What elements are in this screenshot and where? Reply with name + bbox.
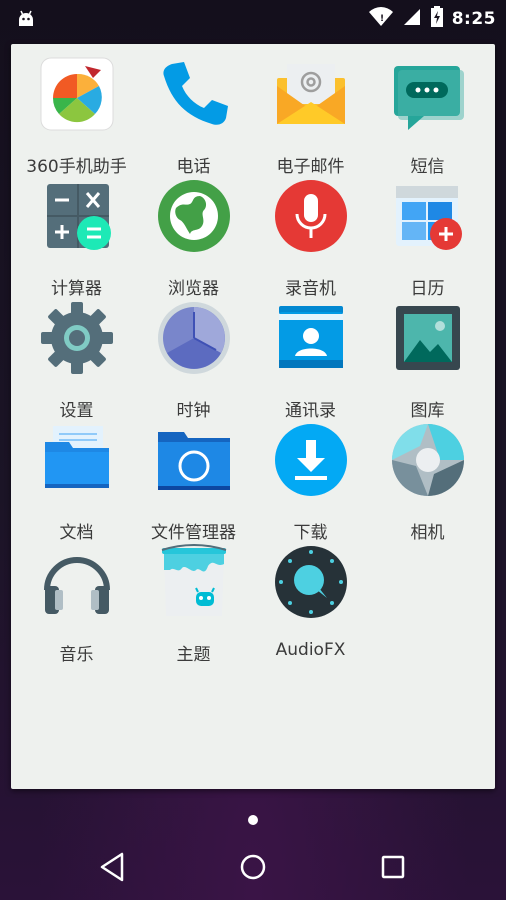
app-download[interactable]: 下载 xyxy=(252,422,369,543)
download-icon xyxy=(273,422,349,498)
app-label: 图库 xyxy=(410,401,445,421)
themes-icon xyxy=(156,544,232,620)
app-phone[interactable]: 电话 xyxy=(135,56,252,177)
app-360-assistant[interactable]: 360手机助手 xyxy=(18,56,135,177)
clock-time: 8:25 xyxy=(451,9,496,29)
app-label: 音乐 xyxy=(59,645,94,665)
app-camera[interactable]: 相机 xyxy=(369,422,486,543)
app-label: 计算器 xyxy=(51,279,102,299)
browser-icon xyxy=(156,178,232,254)
app-documents[interactable]: 文档 xyxy=(18,422,135,543)
cell-signal-icon xyxy=(402,7,422,31)
app-label: 下载 xyxy=(293,523,328,543)
email-icon xyxy=(273,56,349,132)
app-browser[interactable]: 浏览器 xyxy=(135,178,252,299)
app-label: 时钟 xyxy=(176,401,211,421)
app-drawer: 360手机助手 电话 电子邮件 短信 计算器 浏览器 录音机 日历 设置 时钟 … xyxy=(11,44,495,789)
recents-icon xyxy=(381,855,405,879)
app-calculator[interactable]: 计算器 xyxy=(18,178,135,299)
android-icon xyxy=(15,8,37,30)
file-manager-icon xyxy=(156,422,232,498)
app-label: 浏览器 xyxy=(168,279,219,299)
app-music[interactable]: 音乐 xyxy=(18,544,135,665)
recorder-icon xyxy=(273,178,349,254)
app-audiofx[interactable]: AudioFX xyxy=(252,544,369,664)
documents-icon xyxy=(39,422,115,498)
camera-icon xyxy=(390,422,466,498)
sms-icon xyxy=(390,56,466,132)
calendar-icon xyxy=(390,178,466,254)
app-calendar[interactable]: 日历 xyxy=(369,178,486,299)
app-label: 通讯录 xyxy=(285,401,336,421)
home-icon xyxy=(240,854,266,880)
app-label: 文档 xyxy=(59,523,94,543)
settings-icon xyxy=(39,300,115,376)
clock-icon xyxy=(156,300,232,376)
app-label: 设置 xyxy=(59,401,94,421)
audiofx-icon xyxy=(273,544,349,620)
navigation-bar xyxy=(0,832,506,900)
app-file-manager[interactable]: 文件管理器 xyxy=(135,422,252,543)
app-gallery[interactable]: 图库 xyxy=(369,300,486,421)
app-label: 电话 xyxy=(176,157,211,177)
app-label: 主题 xyxy=(176,645,211,665)
app-email[interactable]: 电子邮件 xyxy=(252,56,369,177)
app-clock[interactable]: 时钟 xyxy=(135,300,252,421)
back-icon xyxy=(100,852,124,882)
app-label: 相机 xyxy=(410,523,445,543)
wifi-icon: ! xyxy=(368,7,394,31)
back-button[interactable] xyxy=(96,850,130,884)
app-settings[interactable]: 设置 xyxy=(18,300,135,421)
phone-icon xyxy=(156,56,232,132)
app-label: 日历 xyxy=(410,279,445,299)
recents-button[interactable] xyxy=(376,850,410,884)
status-icons: ! 8:25 xyxy=(368,6,496,32)
svg-text:!: ! xyxy=(380,14,384,24)
app-label: 短信 xyxy=(410,157,445,177)
app-label: 360手机助手 xyxy=(26,157,127,177)
app-label: AudioFX xyxy=(275,640,346,660)
home-button[interactable] xyxy=(236,850,270,884)
music-icon xyxy=(39,544,115,620)
gallery-icon xyxy=(390,300,466,376)
page-indicator-dot xyxy=(248,815,258,825)
app-sms[interactable]: 短信 xyxy=(369,56,486,177)
360-assistant-icon xyxy=(39,56,115,132)
app-label: 电子邮件 xyxy=(276,157,345,177)
calculator-icon xyxy=(39,178,115,254)
battery-icon xyxy=(430,6,444,32)
status-bar: ! 8:25 xyxy=(0,0,506,38)
app-contacts[interactable]: 通讯录 xyxy=(252,300,369,421)
app-themes[interactable]: 主题 xyxy=(135,544,252,665)
app-recorder[interactable]: 录音机 xyxy=(252,178,369,299)
app-label: 录音机 xyxy=(285,279,336,299)
contacts-icon xyxy=(273,300,349,376)
app-label: 文件管理器 xyxy=(151,523,236,543)
